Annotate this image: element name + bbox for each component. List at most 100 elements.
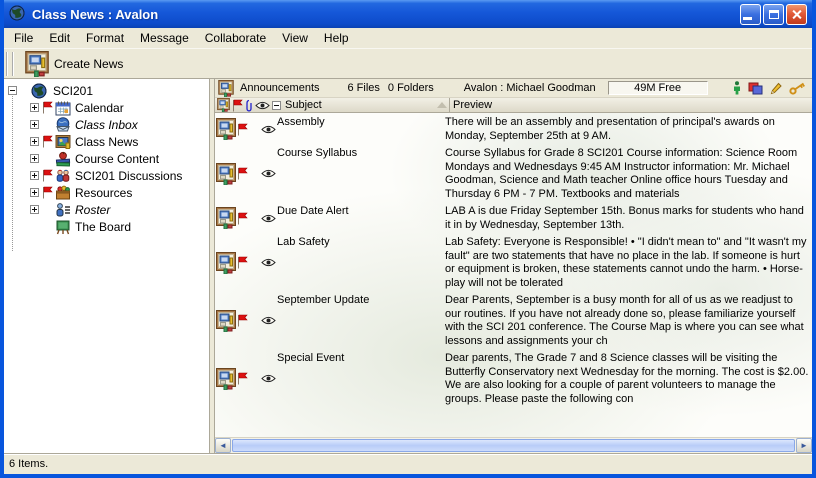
key-icon[interactable]	[789, 82, 806, 95]
flag-icon	[237, 212, 251, 225]
expand-icon[interactable]	[30, 103, 39, 112]
message-row[interactable]: Assembly There will be an assembly and p…	[215, 113, 812, 144]
scroll-left-icon[interactable]: ◄	[215, 438, 231, 453]
message-preview: Dear parents, The Grade 7 and 8 Science …	[441, 350, 812, 407]
column-divider[interactable]	[449, 98, 450, 113]
expand-icon[interactable]	[30, 205, 39, 214]
scroll-right-icon[interactable]: ►	[796, 438, 812, 453]
flag-icon	[237, 123, 251, 136]
tree-item-label: Resources	[75, 186, 132, 200]
message-list: Assembly There will be an assembly and p…	[215, 113, 812, 437]
tree-item-root[interactable]: SCI201	[6, 82, 209, 99]
message-row[interactable]: Due Date Alert LAB A is due Friday Septe…	[215, 202, 812, 233]
tree-item[interactable]: Roster	[6, 201, 209, 218]
tree-item[interactable]: Calendar	[6, 99, 209, 116]
flag-icon	[42, 135, 55, 148]
collapse-icon[interactable]	[8, 86, 17, 95]
message-subject: Assembly	[277, 114, 441, 128]
folder-tree-panel: SCI201 Calendar Class Inbox Class News C…	[4, 79, 210, 453]
flag-icon	[42, 101, 55, 114]
tree-item[interactable]: Course Content	[6, 150, 209, 167]
tree-item-label: Roster	[75, 203, 110, 217]
layers-icon[interactable]	[748, 82, 763, 95]
expand-icon[interactable]	[30, 137, 39, 146]
message-preview: LAB A is due Friday September 15th. Bonu…	[441, 203, 812, 233]
tree-item-label: Course Content	[75, 152, 159, 166]
subject-column-header[interactable]: Subject	[285, 99, 437, 111]
message-subject: Due Date Alert	[277, 203, 441, 217]
message-row[interactable]: Special Event Dear parents, The Grade 7 …	[215, 349, 812, 407]
create-news-button[interactable]: Create News	[18, 48, 130, 80]
news-item-icon	[215, 207, 237, 229]
tree-item-label: Class News	[75, 135, 138, 149]
flag-icon	[237, 167, 251, 180]
message-subject: September Update	[277, 292, 441, 306]
member-icon[interactable]	[733, 81, 741, 95]
expand-icon[interactable]	[30, 120, 39, 129]
menu-format[interactable]: Format	[78, 29, 132, 47]
item-type-column-icon[interactable]	[217, 98, 230, 112]
preview-column-header[interactable]: Preview	[453, 99, 492, 111]
flag-icon	[42, 186, 55, 199]
tree-item[interactable]: SCI201 Discussions	[6, 167, 209, 184]
news-item-icon	[215, 310, 237, 332]
roster-icon	[55, 202, 72, 218]
read-status-column-icon[interactable]	[255, 101, 270, 110]
message-row[interactable]: Lab Safety Lab Safety: Everyone is Respo…	[215, 233, 812, 291]
tree-item[interactable]: Resources	[6, 184, 209, 201]
resources-icon	[55, 185, 72, 201]
menu-file[interactable]: File	[6, 29, 41, 47]
collapse-all-icon[interactable]	[272, 101, 281, 110]
toolbar-gripper[interactable]	[6, 52, 14, 76]
message-row[interactable]: September Update Dear Parents, September…	[215, 291, 812, 349]
app-window: Class News : Avalon File Edit Format Mes…	[0, 0, 816, 478]
tree-item-label: Calendar	[75, 101, 124, 115]
content-icon	[55, 151, 72, 167]
menu-view[interactable]: View	[274, 29, 316, 47]
close-button[interactable]	[786, 4, 807, 25]
tree-item[interactable]: The Board	[6, 218, 209, 235]
sort-indicator-icon[interactable]	[437, 102, 447, 108]
eye-icon	[259, 214, 277, 223]
scrollbar-thumb[interactable]	[232, 439, 795, 452]
expand-icon[interactable]	[30, 171, 39, 180]
maximize-button[interactable]	[763, 4, 784, 25]
message-subject: Lab Safety	[277, 234, 441, 248]
column-header: Subject Preview	[215, 98, 812, 113]
pencil-icon[interactable]	[770, 82, 782, 95]
expand-icon[interactable]	[30, 188, 39, 197]
tree-item[interactable]: Class Inbox	[6, 116, 209, 133]
tree-item-label: The Board	[75, 220, 131, 234]
attachment-column-icon[interactable]	[245, 99, 253, 112]
item-count: 6 Items.	[9, 458, 48, 470]
message-subject: Special Event	[277, 350, 441, 364]
eye-icon	[259, 258, 277, 267]
panel-title: Announcements	[240, 82, 320, 94]
expand-icon[interactable]	[30, 154, 39, 163]
menu-help[interactable]: Help	[316, 29, 357, 47]
flag-icon	[42, 169, 55, 182]
message-subject: Course Syllabus	[277, 145, 441, 159]
flag-column-icon[interactable]	[232, 99, 243, 112]
globe-icon	[31, 83, 49, 99]
message-row[interactable]: Course Syllabus Course Syllabus for Grad…	[215, 144, 812, 202]
message-preview: Dear Parents, September is a busy month …	[441, 292, 812, 349]
minimize-icon	[743, 17, 752, 20]
minimize-button[interactable]	[740, 4, 761, 25]
maximize-icon	[769, 10, 779, 19]
menu-collaborate[interactable]: Collaborate	[197, 29, 274, 47]
tree-item[interactable]: Class News	[6, 133, 209, 150]
menu-edit[interactable]: Edit	[41, 29, 78, 47]
calendar-icon	[55, 100, 72, 116]
classnews-icon	[55, 134, 72, 150]
title-bar[interactable]: Class News : Avalon	[4, 0, 812, 28]
menu-message[interactable]: Message	[132, 29, 197, 47]
message-preview: Lab Safety: Everyone is Responsible! • "…	[441, 234, 812, 291]
news-item-icon	[215, 163, 237, 185]
eye-icon	[259, 316, 277, 325]
tree-item-label: SCI201	[53, 84, 93, 98]
message-preview: There will be an assembly and presentati…	[441, 114, 812, 144]
horizontal-scrollbar[interactable]: ◄ ►	[215, 437, 812, 453]
account-label: Avalon : Michael Goodman	[464, 82, 596, 94]
news-item-icon	[215, 368, 237, 390]
